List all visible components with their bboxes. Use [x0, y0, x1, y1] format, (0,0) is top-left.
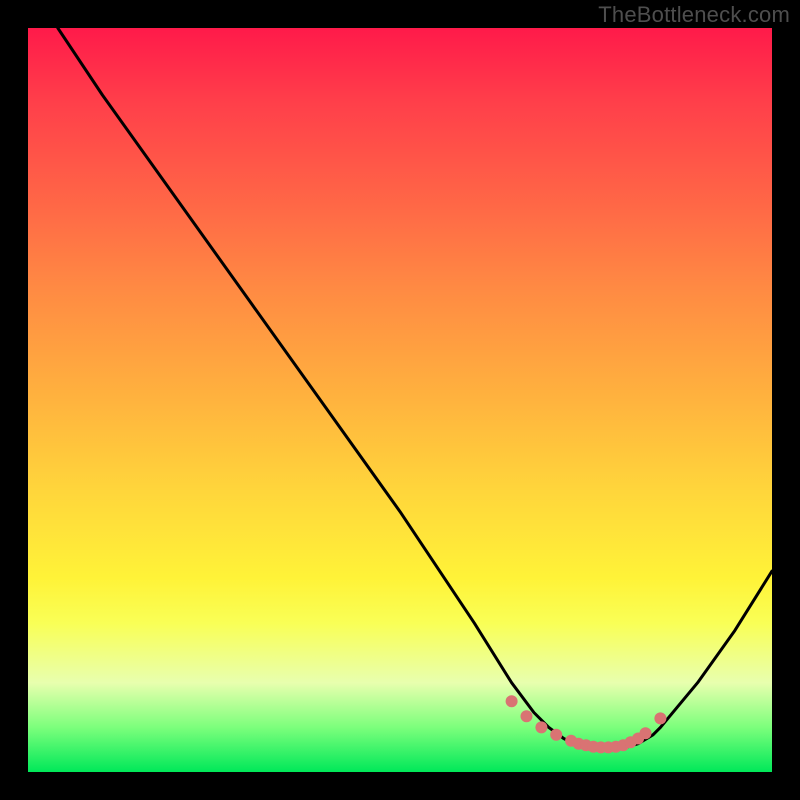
chart-curve — [58, 28, 772, 750]
chart-svg — [28, 28, 772, 772]
chart-plot-area — [28, 28, 772, 772]
watermark-text: TheBottleneck.com — [598, 2, 790, 28]
chart-flat-dots — [506, 695, 667, 753]
